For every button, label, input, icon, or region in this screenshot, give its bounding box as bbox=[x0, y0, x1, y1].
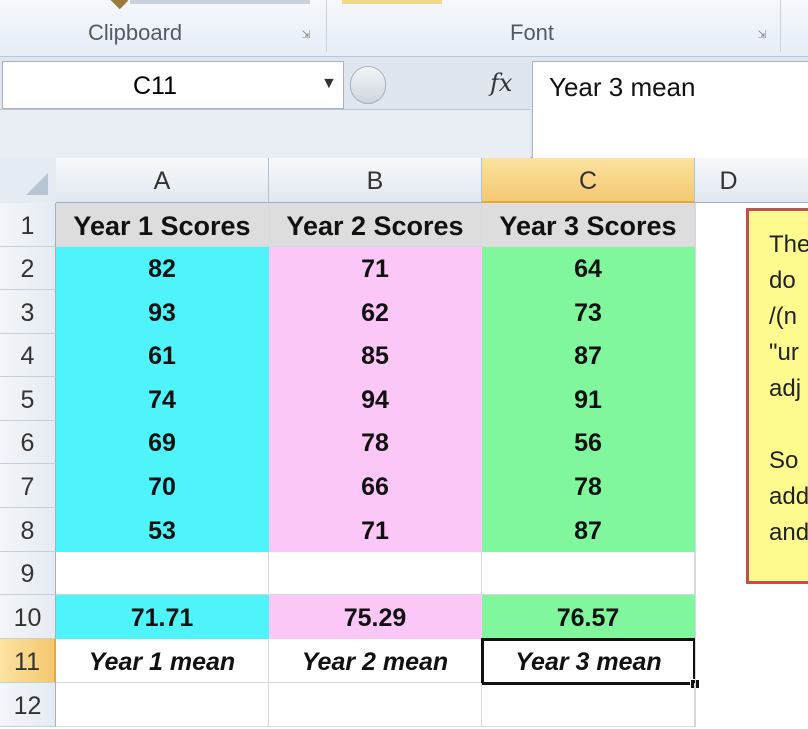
ribbon-group-separator bbox=[326, 0, 327, 52]
comment-line: adj bbox=[769, 375, 802, 402]
cell-c2[interactable]: 64 bbox=[482, 247, 695, 290]
row-header-4[interactable]: 4 bbox=[0, 334, 56, 377]
formula-bar-spacer bbox=[0, 109, 530, 158]
cell-b6[interactable]: 78 bbox=[269, 421, 482, 464]
cell-b9[interactable] bbox=[269, 552, 482, 595]
format-painter-icon[interactable] bbox=[109, 0, 129, 10]
cell-a6[interactable]: 69 bbox=[56, 421, 269, 464]
column-header-c[interactable]: C bbox=[482, 158, 695, 203]
cell-b11[interactable]: Year 2 mean bbox=[269, 639, 482, 683]
cell-a9[interactable] bbox=[56, 552, 269, 595]
row-header-5[interactable]: 5 bbox=[0, 377, 56, 421]
name-box[interactable]: C11 ▼ bbox=[2, 61, 344, 109]
cell-comment-box[interactable]: The do /(n "ur adj So add and bbox=[746, 208, 808, 584]
cell-b7[interactable]: 66 bbox=[269, 464, 482, 508]
comment-line: "ur bbox=[769, 339, 799, 366]
formula-input[interactable]: Year 3 mean bbox=[532, 61, 808, 158]
font-group-label: Font bbox=[510, 20, 555, 45]
column-header-b[interactable]: B bbox=[269, 158, 482, 203]
comment-line: So bbox=[769, 447, 799, 474]
cell-c4[interactable]: 87 bbox=[482, 334, 695, 377]
cell-a7[interactable]: 70 bbox=[56, 464, 269, 508]
select-all-button[interactable] bbox=[0, 158, 57, 204]
cell-b3[interactable]: 62 bbox=[269, 290, 482, 334]
clipboard-group-label: Clipboard bbox=[88, 20, 183, 45]
ribbon-group-separator bbox=[780, 0, 781, 52]
ribbon-button-partial[interactable] bbox=[130, 0, 310, 4]
column-header-d[interactable]: D bbox=[695, 158, 808, 203]
row-header-7[interactable]: 7 bbox=[0, 464, 56, 508]
cell-b10[interactable]: 75.29 bbox=[269, 595, 482, 639]
column-header-a[interactable]: A bbox=[56, 158, 269, 203]
cell-c11-active[interactable]: Year 3 mean bbox=[481, 638, 696, 685]
clipboard-dialog-launcher-icon[interactable]: ⇲ bbox=[298, 27, 314, 43]
formula-bar-resize-handle[interactable] bbox=[350, 66, 386, 104]
cell-c1[interactable]: Year 3 Scores bbox=[482, 203, 695, 247]
comment-line: do bbox=[769, 267, 796, 294]
worksheet-grid[interactable]: A B C D 1 2 3 4 5 6 7 8 9 10 11 12 Year … bbox=[0, 158, 808, 727]
row-header-2[interactable]: 2 bbox=[0, 247, 56, 290]
comment-line: The bbox=[769, 231, 808, 258]
cell-a5[interactable]: 74 bbox=[56, 377, 269, 421]
cell-a10[interactable]: 71.71 bbox=[56, 595, 269, 639]
row-header-3[interactable]: 3 bbox=[0, 290, 56, 334]
formula-bar: C11 ▼ fx Year 3 mean bbox=[0, 57, 808, 158]
cell-b12[interactable] bbox=[269, 683, 482, 727]
row-header-6[interactable]: 6 bbox=[0, 421, 56, 464]
cell-c10[interactable]: 76.57 bbox=[482, 595, 695, 639]
formula-content: Year 3 mean bbox=[549, 72, 696, 102]
cell-b8[interactable]: 71 bbox=[269, 508, 482, 552]
cell-c6[interactable]: 56 bbox=[482, 421, 695, 464]
cell-c5[interactable]: 91 bbox=[482, 377, 695, 421]
cell-b2[interactable]: 71 bbox=[269, 247, 482, 290]
cell-a11[interactable]: Year 1 mean bbox=[56, 639, 269, 683]
font-dialog-launcher-icon[interactable]: ⇲ bbox=[754, 27, 770, 43]
chevron-down-icon[interactable]: ▼ bbox=[321, 75, 337, 93]
cell-a8[interactable]: 53 bbox=[56, 508, 269, 552]
comment-line: /(n bbox=[769, 303, 798, 330]
comment-line: and bbox=[769, 519, 808, 546]
cell-a1[interactable]: Year 1 Scores bbox=[56, 203, 269, 247]
ribbon-controls-strip bbox=[0, 0, 808, 12]
row-header-8[interactable]: 8 bbox=[0, 508, 56, 552]
row-header-11[interactable]: 11 bbox=[0, 639, 56, 683]
cell-a12[interactable] bbox=[56, 683, 269, 727]
cell-b5[interactable]: 94 bbox=[269, 377, 482, 421]
cell-c12[interactable] bbox=[482, 683, 695, 727]
cell-a2[interactable]: 82 bbox=[56, 247, 269, 290]
row-header-10[interactable]: 10 bbox=[0, 595, 56, 639]
cell-a3[interactable]: 93 bbox=[56, 290, 269, 334]
cell-c9[interactable] bbox=[482, 552, 695, 595]
cell-b1[interactable]: Year 2 Scores bbox=[269, 203, 482, 247]
cell-c3[interactable]: 73 bbox=[482, 290, 695, 334]
name-box-value: C11 bbox=[133, 72, 178, 100]
comment-line: add bbox=[769, 483, 808, 510]
row-header-9[interactable]: 9 bbox=[0, 552, 56, 595]
row-header-1[interactable]: 1 bbox=[0, 203, 56, 247]
cell-c7[interactable]: 78 bbox=[482, 464, 695, 508]
cell-a4[interactable]: 61 bbox=[56, 334, 269, 377]
cell-c8[interactable]: 87 bbox=[482, 508, 695, 552]
insert-function-icon[interactable]: fx bbox=[490, 69, 512, 97]
ribbon: Clipboard ⇲ Font ⇲ bbox=[0, 0, 808, 57]
comment-line bbox=[769, 407, 808, 443]
cell-b4[interactable]: 85 bbox=[269, 334, 482, 377]
column-d-gridline bbox=[695, 203, 696, 727]
ribbon-control-partial[interactable] bbox=[342, 0, 442, 4]
row-header-12[interactable]: 12 bbox=[0, 683, 56, 727]
